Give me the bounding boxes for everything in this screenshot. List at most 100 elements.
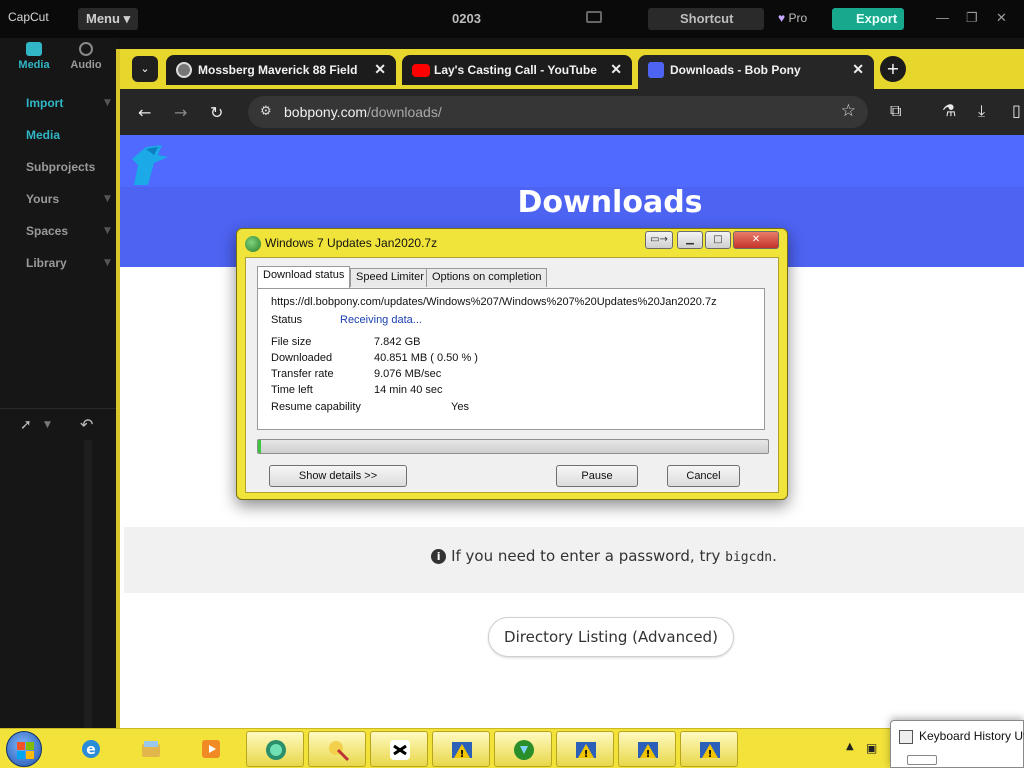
capcut-pro-button[interactable]: ♥ Pro	[778, 11, 807, 25]
file-size-label: File size	[271, 336, 312, 348]
taskbar-item-ie[interactable]: e	[62, 731, 120, 767]
address-bar[interactable]: ⚙ bobpony.com/downloads/ ☆	[248, 96, 868, 128]
tab-close-icon[interactable]: ✕	[610, 61, 622, 78]
bobpony-logo-icon[interactable]	[124, 141, 172, 189]
capcut-nav-yours[interactable]: Yours	[26, 192, 59, 206]
minimize-icon[interactable]: —	[936, 10, 949, 25]
download-status-panel: https://dl.bobpony.com/updates/Windows%2…	[257, 288, 765, 430]
youtube-icon	[412, 64, 430, 77]
close-icon[interactable]: ✕	[996, 10, 1007, 26]
site-info-icon[interactable]: ⚙	[260, 104, 272, 119]
tab-options-on-completion[interactable]: Options on completion	[426, 268, 548, 287]
dialog-close-button[interactable]: ✕	[733, 231, 779, 249]
capcut-timeline-tools: ➚ ▼ ↶	[0, 408, 118, 448]
network-icon[interactable]: ▣	[866, 741, 877, 755]
capcut-icon	[390, 740, 410, 760]
taskbar-item-paint[interactable]	[308, 731, 366, 767]
back-icon[interactable]: ←	[138, 103, 151, 122]
minimize-icon: ▁	[686, 234, 694, 245]
reload-icon[interactable]: ↻	[210, 103, 223, 122]
hero-strip	[120, 135, 1024, 187]
taskbar-item-explorer[interactable]	[122, 731, 180, 767]
address-url[interactable]: bobpony.com/downloads/	[284, 104, 442, 120]
download-dialog: Windows 7 Updates Jan2020.7z ▭→ ▁ □ ✕ Do…	[236, 228, 788, 500]
svg-text:e: e	[86, 742, 96, 758]
chevron-down-icon: ▼	[104, 194, 111, 204]
taskbar-item-warning-app[interactable]: !	[680, 731, 738, 767]
dialog-tray-button[interactable]: ▭→	[645, 231, 673, 249]
time-left-label: Time left	[271, 384, 313, 396]
page-title: Downloads	[517, 185, 703, 220]
bookmark-star-icon[interactable]: ☆	[841, 101, 856, 121]
taskbar-item-warning-app[interactable]: !	[618, 731, 676, 767]
capcut-titlebar: CapCut Menu ▾ 0203 Shortcut ♥ Pro Export…	[0, 0, 1024, 38]
tab-search-button[interactable]: ⌄	[132, 56, 158, 82]
diamond-icon: ♥	[778, 11, 786, 25]
capcut-timeline-track[interactable]	[84, 440, 92, 730]
capcut-nav-library[interactable]: Library	[26, 256, 67, 270]
svg-text:!: !	[584, 749, 589, 760]
tab-speed-limiter[interactable]: Speed Limiter	[350, 268, 430, 287]
svg-text:!: !	[460, 749, 465, 760]
tab-youtube[interactable]: Lay's Casting Call - YouTube ✕	[402, 55, 632, 85]
directory-listing-button[interactable]: Directory Listing (Advanced)	[488, 617, 734, 657]
new-tab-button[interactable]: +	[880, 56, 906, 82]
tab-close-icon[interactable]: ✕	[374, 61, 386, 78]
tab-title: Downloads - Bob Pony	[670, 63, 801, 77]
capcut-menu-button[interactable]: Menu ▾	[78, 8, 138, 30]
tray-expand-icon[interactable]: ▲	[846, 741, 854, 752]
capcut-nav-media[interactable]: Media	[26, 128, 60, 142]
show-details-button[interactable]: Show details >>	[269, 465, 407, 487]
browser-toolbar: ← → ↻ ⚙ bobpony.com/downloads/ ☆ ⧉ ⚗ ⤓ ▯	[120, 89, 1024, 135]
dialog-maximize-button[interactable]: □	[705, 231, 731, 249]
idm-icon	[514, 740, 534, 760]
taskbar-item-app[interactable]	[246, 731, 304, 767]
side-panel-icon[interactable]: ▯	[1012, 101, 1021, 120]
cursor-icon[interactable]: ➚	[20, 417, 32, 433]
explorer-icon	[142, 741, 160, 757]
download-icon[interactable]: ⤓	[978, 101, 985, 121]
chevron-down-icon[interactable]: ▼	[44, 420, 51, 430]
labs-flask-icon[interactable]: ⚗	[942, 101, 956, 120]
taskbar-item-idm[interactable]	[494, 731, 552, 767]
tab-mossberg[interactable]: Mossberg Maverick 88 Field ✕	[166, 55, 396, 85]
password-notice: i If you need to enter a password, try bi…	[120, 547, 1024, 565]
capcut-nav-spaces[interactable]: Spaces	[26, 224, 68, 238]
restore-icon[interactable]: ❐	[966, 10, 978, 26]
capcut-export-button[interactable]: Export	[832, 8, 904, 30]
paint-icon	[329, 741, 350, 762]
capcut-nav-import[interactable]: Import	[26, 96, 63, 110]
extensions-icon[interactable]: ⧉	[890, 101, 901, 121]
tab-close-icon[interactable]: ✕	[852, 61, 864, 78]
transfer-rate-value: 9.076 MB/sec	[374, 368, 442, 380]
layout-icon[interactable]	[586, 11, 602, 23]
tab-download-status[interactable]: Download status	[257, 266, 351, 288]
downloaded-label: Downloaded	[271, 352, 333, 364]
taskbar-item-warning-app[interactable]: !	[432, 731, 490, 767]
resume-capability-label: Resume capability	[271, 401, 361, 413]
capcut-logo: CapCut	[8, 10, 49, 24]
pause-button[interactable]: Pause	[556, 465, 638, 487]
capcut-tab-audio[interactable]: Audio	[62, 42, 110, 71]
capcut-project-name: 0203	[452, 11, 481, 26]
capcut-shortcut-button[interactable]: Shortcut	[648, 8, 764, 30]
tab-title: Lay's Casting Call - YouTube	[434, 63, 597, 77]
chevron-down-icon: ▼	[104, 226, 111, 236]
capcut-tab-media[interactable]: Media	[10, 42, 58, 71]
tab-downloads-bobpony[interactable]: Downloads - Bob Pony ✕	[638, 55, 874, 89]
app-icon	[266, 740, 286, 760]
taskbar-item-media-player[interactable]	[182, 731, 240, 767]
capcut-nav-subprojects[interactable]: Subprojects	[26, 160, 95, 174]
forward-icon[interactable]: →	[174, 103, 187, 122]
windows-logo-icon	[17, 742, 25, 750]
dialog-minimize-button[interactable]: ▁	[677, 231, 703, 249]
warning-app-icon: !	[452, 742, 472, 760]
taskbar-item-warning-app[interactable]: !	[556, 731, 614, 767]
taskbar-item-capcut[interactable]	[370, 731, 428, 767]
tab-title: Mossberg Maverick 88 Field	[198, 63, 358, 77]
cancel-button[interactable]: Cancel	[667, 465, 740, 487]
start-button[interactable]	[6, 731, 42, 767]
keyboard-history-popup[interactable]: Keyboard History Ut	[890, 720, 1024, 768]
undo-icon[interactable]: ↶	[80, 415, 93, 434]
chevron-down-icon: ▼	[104, 258, 111, 268]
